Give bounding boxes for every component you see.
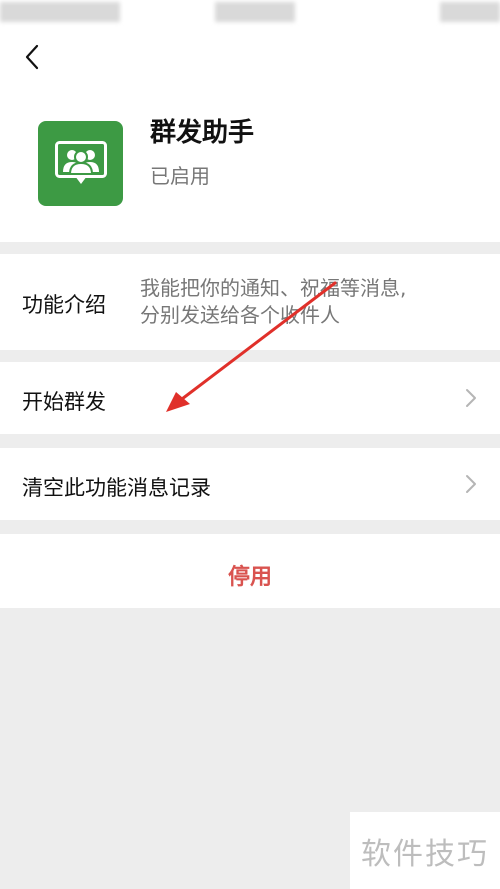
group-broadcast-app-icon: [38, 121, 123, 206]
app-status: 已启用: [150, 164, 210, 188]
watermark: 软件技巧: [350, 812, 500, 889]
status-bar: [0, 0, 500, 28]
clear-history-label: 清空此功能消息记录: [22, 476, 211, 500]
intro-description: 我能把你的通知、祝福等消息, 分别发送给各个收件人: [140, 275, 480, 329]
status-bar-center-blur: [215, 2, 295, 22]
intro-label: 功能介绍: [22, 293, 106, 317]
status-bar-right-blur: [440, 2, 500, 22]
start-broadcast-label: 开始群发: [22, 390, 106, 414]
chevron-right-icon: [466, 389, 476, 407]
chevron-right-icon: [466, 475, 476, 493]
status-bar-left-blur: [0, 2, 120, 22]
intro-description-line-2: 分别发送给各个收件人: [140, 303, 340, 327]
intro-description-line-1: 我能把你的通知、祝福等消息,: [140, 276, 407, 300]
back-button[interactable]: [18, 42, 46, 72]
chevron-left-icon: [25, 44, 39, 70]
group-broadcast-icon: [54, 140, 107, 184]
disable-label: 停用: [227, 565, 272, 590]
app-title: 群发助手: [150, 118, 255, 148]
